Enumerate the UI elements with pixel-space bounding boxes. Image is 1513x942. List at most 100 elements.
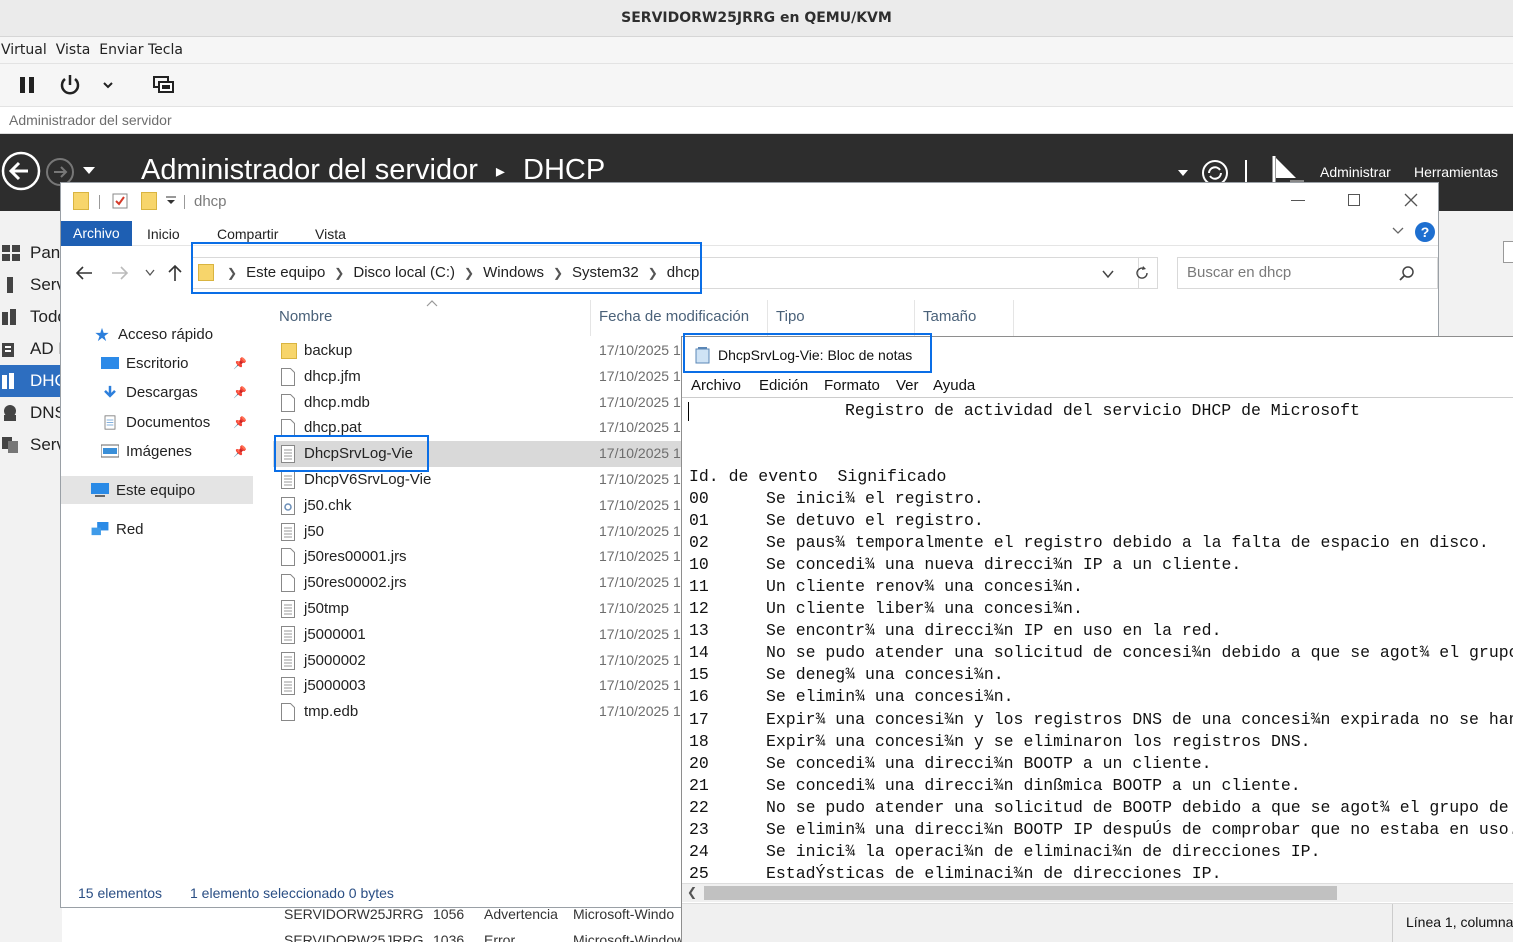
sidebar-item-panel[interactable]: Panel bbox=[0, 237, 62, 269]
menu-ver[interactable]: Ver bbox=[896, 377, 919, 394]
sidebar-item-all-servers[interactable]: Todos los servidores bbox=[0, 301, 62, 333]
column-type[interactable]: Tipo bbox=[776, 308, 805, 325]
maximize-button[interactable] bbox=[1348, 194, 1360, 206]
file-date: 17/10/2025 1 bbox=[599, 600, 681, 616]
power-icon bbox=[60, 75, 80, 95]
sidebar-item-file-services[interactable]: Servicios de archivos bbox=[0, 429, 62, 461]
file-icon bbox=[281, 574, 295, 593]
file-name: tmp.edb bbox=[304, 703, 359, 721]
text-file-icon bbox=[281, 522, 295, 541]
forward-arrow-icon[interactable] bbox=[111, 265, 129, 281]
server-manager-titlebar: Administrador del servidor bbox=[0, 107, 1513, 134]
notepad-text-area[interactable]: Registro de actividad del servicio DHCP … bbox=[682, 397, 1513, 883]
chevron-down-icon bbox=[103, 82, 113, 89]
notepad-menubar: Archivo Edición Formato Ver Ayuda bbox=[682, 374, 1513, 397]
file-name: DhcpV6SrvLog-Vie bbox=[304, 471, 432, 488]
log-entry-id: 24 bbox=[689, 841, 709, 861]
text-file-icon bbox=[281, 677, 295, 696]
folder-icon bbox=[73, 192, 89, 210]
sort-ascending-icon bbox=[426, 300, 438, 307]
tab-inicio[interactable]: Inicio bbox=[147, 223, 180, 246]
nav-item-network[interactable]: Red bbox=[61, 515, 253, 543]
column-name[interactable]: Nombre bbox=[279, 308, 332, 325]
pane-checkbox[interactable] bbox=[1503, 241, 1513, 263]
new-folder-icon[interactable] bbox=[141, 192, 157, 210]
menu-formato[interactable]: Formato bbox=[824, 377, 880, 394]
nav-item-quick-access[interactable]: Acceso rápido bbox=[61, 320, 253, 348]
notepad-statusbar: Línea 1, columna bbox=[682, 903, 1513, 942]
log-entry-text: EstadÝsticas de eliminaci¾n de direccion… bbox=[766, 863, 1222, 883]
help-icon[interactable]: ? bbox=[1415, 222, 1435, 242]
column-size[interactable]: Tamaño bbox=[923, 308, 976, 325]
log-entry-text: No se pudo atender una solicitud de conc… bbox=[766, 643, 1513, 663]
chevron-down-icon[interactable] bbox=[1392, 226, 1404, 236]
pin-icon[interactable]: 📌 bbox=[233, 386, 247, 399]
power-menu-button[interactable] bbox=[98, 72, 118, 98]
nav-item-pictures[interactable]: Imágenes 📌 bbox=[61, 437, 253, 465]
scroll-left-icon[interactable]: ❮ bbox=[687, 885, 697, 899]
nav-item-downloads[interactable]: Descargas 📌 bbox=[61, 378, 253, 406]
horizontal-scrollbar[interactable]: ❮ bbox=[682, 883, 1513, 902]
tab-archivo[interactable]: Archivo bbox=[61, 221, 132, 246]
nav-item-documents[interactable]: Documentos 📌 bbox=[61, 408, 253, 436]
log-entry-id: 14 bbox=[689, 643, 709, 663]
minimize-button[interactable] bbox=[1291, 200, 1305, 201]
chevron-down-icon[interactable] bbox=[82, 166, 96, 176]
nav-item-desktop[interactable]: Escritorio 📌 bbox=[61, 349, 253, 377]
sidebar-item-local-server[interactable]: Servidor local bbox=[0, 269, 62, 301]
pin-icon[interactable]: 📌 bbox=[233, 445, 247, 458]
log-entry-text: Se concedi¾ una nueva direcci¾n IP a un … bbox=[766, 555, 1242, 575]
log-entry-text: Se deneg¾ una concesi¾n. bbox=[766, 665, 1004, 685]
computer-icon bbox=[91, 482, 109, 497]
column-date[interactable]: Fecha de modificación bbox=[599, 308, 749, 325]
status-selection: 1 elemento seleccionado 0 bytes bbox=[190, 885, 394, 901]
snapshots-button[interactable] bbox=[150, 72, 178, 98]
tools-menu[interactable]: Herramientas bbox=[1414, 164, 1498, 180]
recent-locations-icon[interactable] bbox=[145, 269, 155, 277]
log-entry-text: Se inici¾ el registro. bbox=[766, 489, 984, 508]
dropdown-icon[interactable] bbox=[1178, 170, 1188, 178]
refresh-button[interactable] bbox=[1127, 257, 1158, 289]
explorer-titlebar: dhcp bbox=[61, 183, 1438, 219]
log-entry-text: Se elimin¾ una direcci¾n BOOTP IP despuÚ… bbox=[766, 819, 1513, 839]
menu-ayuda[interactable]: Ayuda bbox=[933, 377, 975, 394]
host-menu-enviar-tecla[interactable]: Enviar Tecla bbox=[98, 42, 191, 58]
star-icon bbox=[95, 327, 109, 341]
properties-icon[interactable] bbox=[111, 192, 129, 210]
log-entry-text: Se concedi¾ una direcci¾n BOOTP a un cli… bbox=[766, 753, 1212, 773]
chevron-down-icon[interactable] bbox=[165, 196, 177, 206]
host-menu-vista[interactable]: Vista bbox=[55, 42, 99, 58]
chevron-right-icon: ▸ bbox=[495, 160, 505, 181]
sidebar-item-ad[interactable]: AD DS bbox=[0, 333, 62, 365]
log-entry-id: 11 bbox=[689, 577, 709, 597]
pin-icon[interactable]: 📌 bbox=[233, 357, 247, 370]
back-icon[interactable] bbox=[0, 150, 42, 192]
column-divider bbox=[1013, 300, 1014, 336]
dashboard-icon bbox=[2, 245, 20, 261]
chevron-down-icon[interactable] bbox=[1102, 270, 1114, 279]
pause-button[interactable] bbox=[14, 72, 40, 98]
power-button[interactable] bbox=[56, 72, 84, 98]
host-menu-virtual[interactable]: Virtual bbox=[0, 42, 55, 58]
up-arrow-icon[interactable] bbox=[167, 264, 183, 282]
file-name: dhcp.jfm bbox=[304, 367, 361, 385]
status-item-count: 15 elementos bbox=[78, 885, 163, 901]
download-icon bbox=[104, 385, 116, 398]
back-arrow-icon[interactable] bbox=[75, 265, 93, 281]
file-icon bbox=[281, 548, 295, 567]
column-divider bbox=[767, 300, 768, 336]
file-name: j50tmp bbox=[304, 600, 350, 617]
menu-edicion[interactable]: Edición bbox=[759, 377, 808, 394]
folder-icon bbox=[281, 343, 297, 359]
manage-menu[interactable]: Administrar bbox=[1320, 164, 1391, 180]
pin-icon[interactable]: 📌 bbox=[233, 416, 247, 429]
network-icon bbox=[91, 521, 109, 535]
host-window-title: SERVIDORW25JRRG en QEMU/KVM bbox=[0, 0, 1513, 37]
close-icon[interactable] bbox=[1404, 193, 1418, 207]
menu-archivo[interactable]: Archivo bbox=[691, 377, 741, 394]
sidebar-item-dns[interactable]: DNS bbox=[0, 397, 62, 429]
sidebar-item-dhcp[interactable]: DHCP bbox=[0, 365, 62, 397]
nav-item-this-pc[interactable]: Este equipo bbox=[61, 476, 253, 504]
scrollbar-thumb[interactable] bbox=[704, 886, 1337, 900]
log-entry-id: 17 bbox=[689, 709, 709, 729]
